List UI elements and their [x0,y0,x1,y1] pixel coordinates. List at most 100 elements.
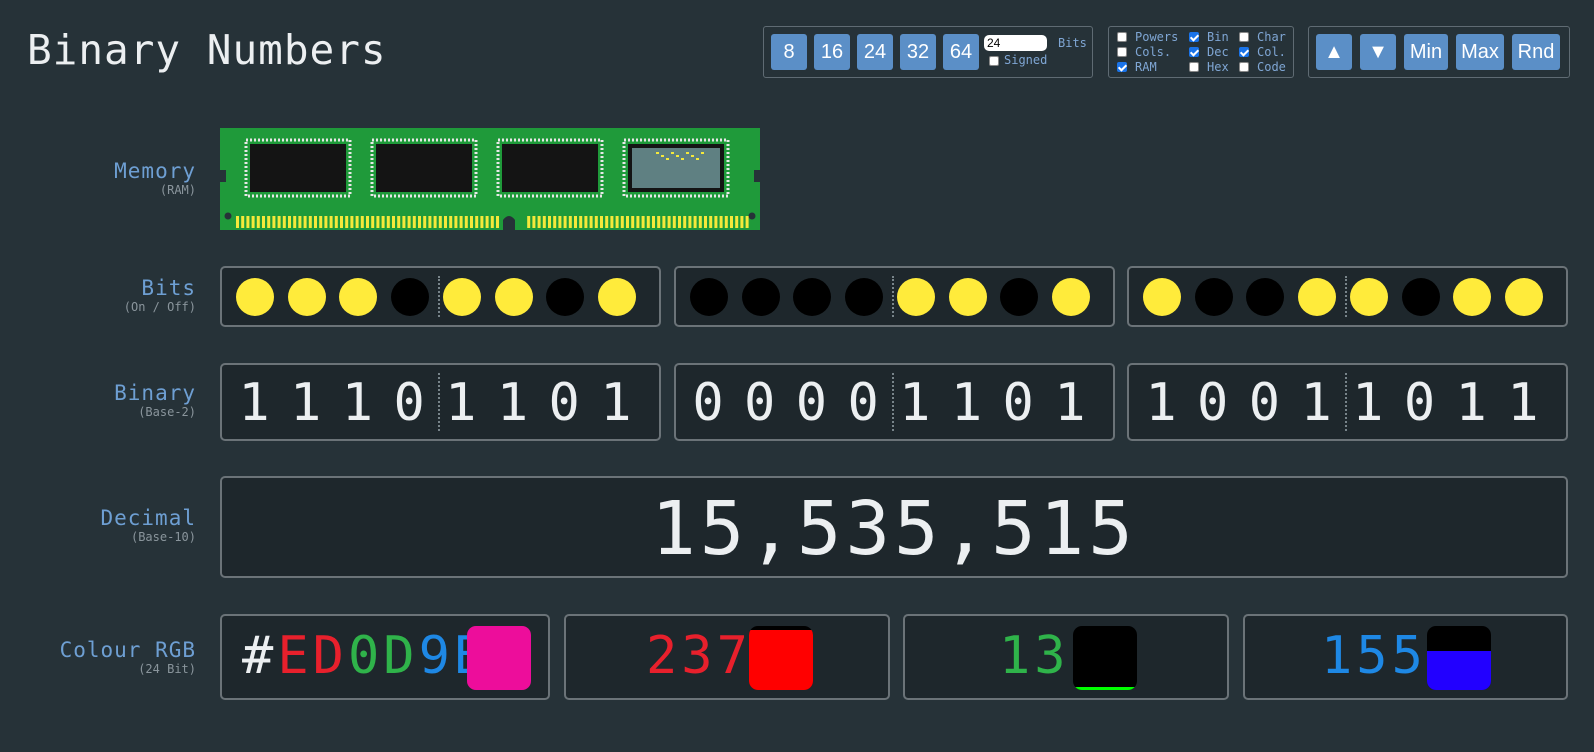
signed-checkbox[interactable] [989,56,999,66]
bit-toggle[interactable] [845,278,884,316]
bit-toggle[interactable] [1453,278,1492,316]
code-checkbox[interactable] [1239,62,1249,72]
bit-toggle[interactable] [741,278,780,316]
hex-colour-text: #ED0D9B [242,626,489,686]
bits-row-label: Bits (On / Off) [124,276,196,314]
ram-label: RAM [1135,60,1157,74]
hex-checkbox[interactable] [1189,62,1199,72]
binary-digit[interactable]: 0 [791,373,831,433]
triangle-up-icon: ▲ [1324,40,1344,63]
nibble-divider [892,373,894,431]
binary-digit[interactable]: 1 [1503,373,1543,433]
nibble-divider [892,276,894,317]
page-title: Binary Numbers [27,26,387,74]
binary-digit[interactable]: 1 [234,373,274,433]
bit-toggle[interactable] [690,278,728,316]
powers-checkbox[interactable] [1117,32,1127,42]
max-button[interactable]: Max [1456,34,1504,70]
decimal-value: 15,535,515 [651,486,1137,572]
binary-digit[interactable]: 1 [596,373,636,433]
bit-toggle[interactable] [597,278,636,316]
binary-digit[interactable]: 1 [895,373,935,433]
binary-digit[interactable]: 0 [843,373,883,433]
colour-row-label: Colour RGB (24 Bit) [60,638,196,676]
dec-checkbox[interactable] [1189,47,1199,57]
binary-digit[interactable]: 0 [740,373,780,433]
bit-toggle[interactable] [1194,278,1233,316]
hex-colour-panel: #ED0D9B [220,614,550,700]
bits-32-button[interactable]: 32 [900,34,936,70]
memory-label: Memory [114,159,196,183]
bit-toggle[interactable] [442,278,481,316]
binary-digit[interactable]: 1 [1348,373,1388,433]
decrement-button[interactable]: ▼ [1360,34,1396,70]
char-checkbox[interactable] [1239,32,1249,42]
bits-16-button[interactable]: 16 [814,34,850,70]
binary-digit[interactable]: 0 [544,373,584,433]
col-label: Col. [1257,45,1286,59]
cols-label: Cols. [1135,45,1172,59]
binary-digit[interactable]: 0 [998,373,1038,433]
bit-toggle[interactable] [1298,278,1337,316]
bit-toggle[interactable] [391,278,430,316]
green-value: 13 [999,626,1070,686]
bit-toggle[interactable] [339,278,378,316]
decimal-sublabel: (Base-10) [130,530,196,544]
binary-digit[interactable]: 1 [1141,373,1181,433]
bit-toggle[interactable] [948,278,987,316]
colour-swatch [467,626,531,690]
bits-8-button[interactable]: 8 [771,34,807,70]
binary-digit[interactable]: 1 [1451,373,1491,433]
cols-checkbox[interactable] [1117,47,1127,57]
binary-digit[interactable]: 1 [286,373,326,433]
hex-hash: # [242,626,278,686]
green-level-fill [1073,686,1137,690]
bit-toggle[interactable] [494,278,533,316]
ram-module-icon [220,128,760,230]
binary-digit[interactable]: 1 [337,373,377,433]
ram-checkbox[interactable] [1117,62,1127,72]
binary-digit[interactable]: 1 [1050,373,1090,433]
binary-digit[interactable]: 0 [688,373,728,433]
bit-toggle[interactable] [1143,278,1181,316]
char-label: Char [1257,30,1286,44]
binary-digit[interactable]: 1 [1296,373,1336,433]
binary-digit[interactable]: 0 [1244,373,1284,433]
blue-channel-panel: 155 [1243,614,1568,700]
binary-digit[interactable]: 1 [947,373,987,433]
nibble-divider [1345,276,1347,317]
binary-digit[interactable]: 0 [1400,373,1440,433]
bit-toggle[interactable] [236,278,274,316]
binary-digit[interactable]: 1 [493,373,533,433]
bit-toggle[interactable] [896,278,935,316]
bits-row-title: Bits [141,276,196,300]
bit-toggle[interactable] [1051,278,1090,316]
decimal-row-label: Decimal (Base-10) [100,506,196,544]
bit-toggle[interactable] [1504,278,1543,316]
bits-input[interactable] [984,35,1047,51]
bit-toggle[interactable] [1401,278,1440,316]
binary-digit[interactable]: 0 [389,373,429,433]
bit-toggle[interactable] [793,278,832,316]
bit-toggle[interactable] [546,278,585,316]
increment-button[interactable]: ▲ [1316,34,1352,70]
bit-toggle[interactable] [1246,278,1285,316]
value-actions: ▲ ▼ Min Max Rnd [1308,26,1570,78]
display-options: Powers Cols. RAM Bin Dec Hex Char Col. C… [1108,26,1294,78]
bit-toggle[interactable] [1349,278,1388,316]
blue-level-fill [1427,650,1491,690]
bit-toggle[interactable] [1000,278,1039,316]
bits-64-button[interactable]: 64 [943,34,979,70]
red-level-fill [749,630,813,690]
bits-24-button[interactable]: 24 [857,34,893,70]
col-checkbox[interactable] [1239,47,1249,57]
bit-toggle[interactable] [287,278,326,316]
bin-checkbox[interactable] [1189,32,1199,42]
binary-digit[interactable]: 0 [1193,373,1233,433]
hex-green: 0D [347,626,419,686]
nibble-divider [438,373,440,431]
min-button[interactable]: Min [1404,34,1448,70]
binary-digit[interactable]: 1 [441,373,481,433]
colour-sublabel: (24 Bit) [138,662,196,676]
random-button[interactable]: Rnd [1512,34,1560,70]
